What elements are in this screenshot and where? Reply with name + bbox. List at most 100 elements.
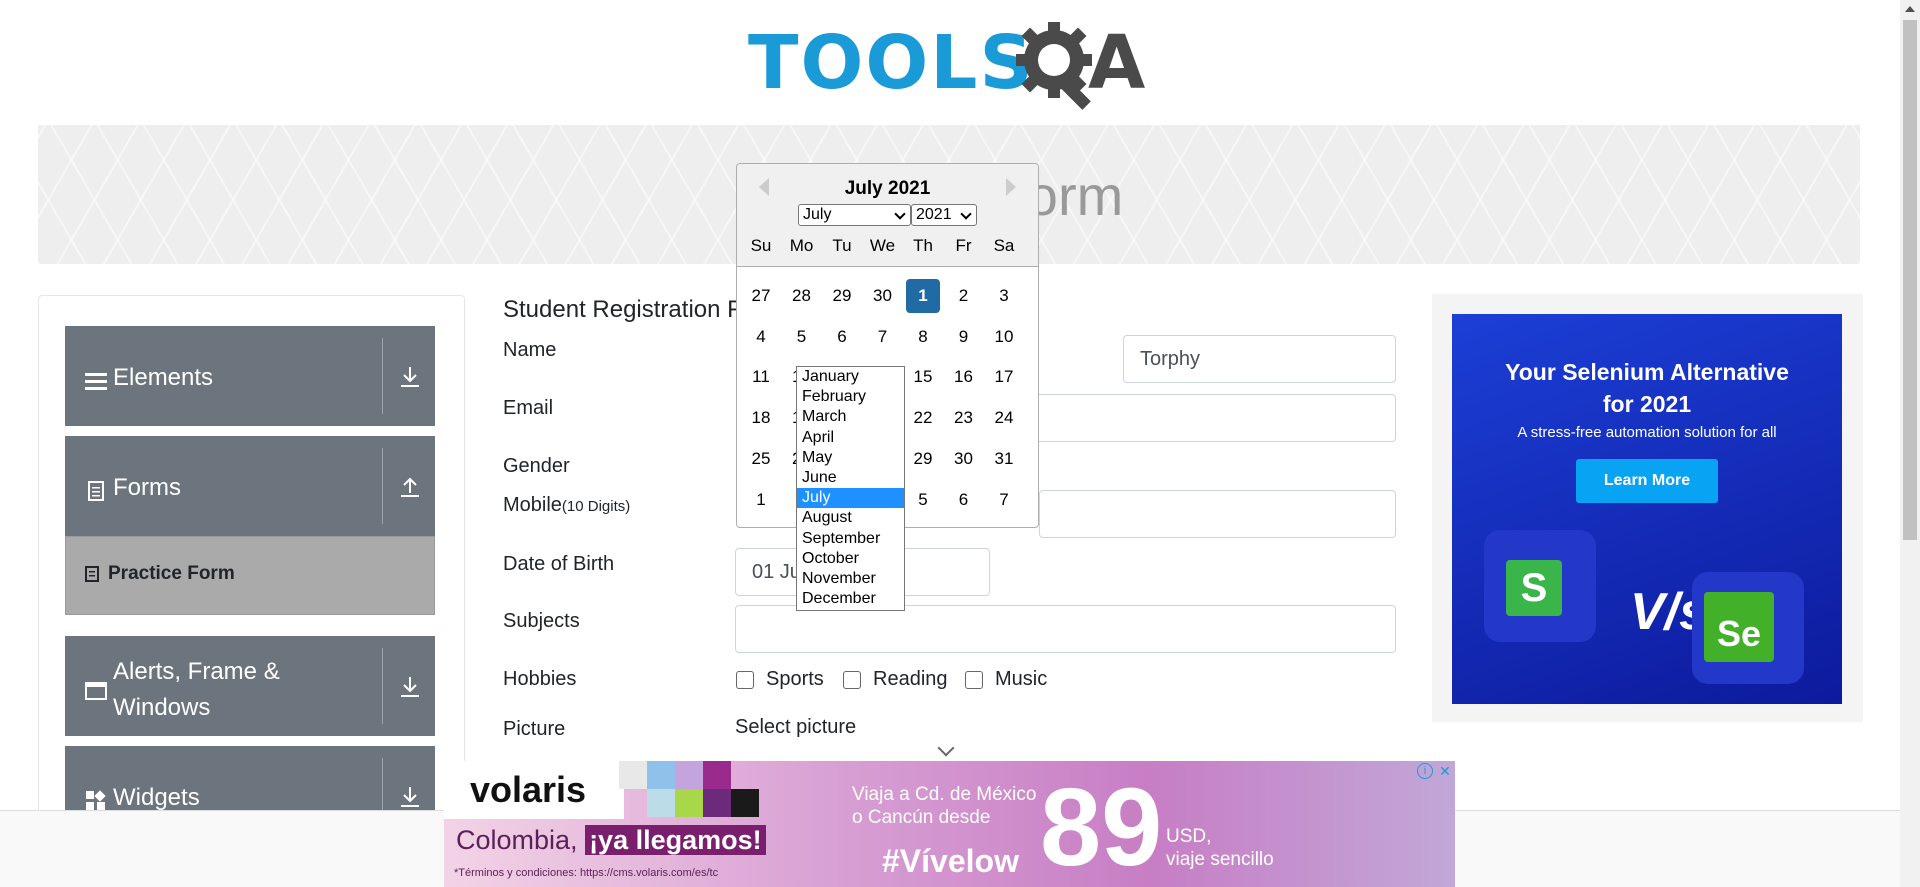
calendar-day[interactable]: 6 [947, 483, 981, 517]
sidebar-group-alerts[interactable]: Alerts, Frame & Windows [65, 636, 435, 736]
day-name-header: Mo [789, 236, 814, 255]
month-option[interactable]: January [797, 367, 904, 387]
chevron-down-icon [960, 208, 972, 220]
hobbies-label: Hobbies [503, 668, 577, 690]
ad-headline-a: Colombia, [456, 825, 586, 855]
calendar-day[interactable]: 24 [987, 401, 1021, 435]
calendar-day[interactable]: 29 [906, 442, 940, 476]
window-icon [85, 682, 107, 700]
month-select[interactable]: July [798, 204, 911, 226]
month-dropdown-list[interactable]: January February March April May June July Augu… [796, 366, 905, 611]
divider [382, 448, 383, 524]
calendar-day[interactable]: 22 [906, 401, 940, 435]
calendar-day[interactable]: 18 [744, 401, 778, 435]
calendar-day[interactable]: 25 [744, 442, 778, 476]
calendar-day[interactable]: 1 [744, 483, 778, 517]
calendar-day[interactable]: 2 [947, 279, 981, 313]
calendar-day[interactable]: 16 [947, 360, 981, 394]
calendar-day[interactable]: 28 [785, 279, 819, 313]
ad-selenium-alternative[interactable]: Your Selenium Alternative for 2021 A stre… [1432, 294, 1863, 722]
divider [382, 338, 383, 414]
calendar-day[interactable]: 9 [947, 320, 981, 354]
calendar-day[interactable]: 15 [906, 360, 940, 394]
checkbox[interactable] [965, 670, 983, 689]
month-option[interactable]: November [797, 569, 904, 589]
checkbox[interactable] [736, 670, 754, 689]
calendar-day[interactable]: 10 [987, 320, 1021, 354]
calendar-day[interactable]: 17 [987, 360, 1021, 394]
month-option[interactable]: August [797, 508, 904, 528]
scroll-up-icon[interactable] [1905, 6, 1915, 12]
month-option[interactable]: June [797, 468, 904, 488]
download-arrow-icon[interactable] [397, 784, 423, 810]
ad-tiles [619, 761, 764, 819]
subjects-input[interactable] [735, 605, 1396, 653]
mobile-hint: (10 Digits) [561, 498, 631, 515]
datepicker-header: July 2021 July 2021 Su Mo Tu We Th Fr Sa [737, 164, 1038, 267]
mobile-input[interactable] [1039, 490, 1396, 538]
email-input[interactable] [1000, 394, 1396, 442]
download-arrow-icon[interactable] [397, 364, 423, 390]
hobby-sports[interactable]: Sports [736, 668, 824, 691]
hobby-reading[interactable]: Reading [843, 668, 948, 691]
sidebar-group-elements[interactable]: Elements [65, 326, 435, 426]
ad-headline-b: ¡ya llegamos! [585, 825, 766, 855]
logo-text: TOOLS [748, 20, 1035, 106]
year-select-value: 2021 [916, 206, 952, 223]
ad-info-icon[interactable]: i [1417, 763, 1433, 779]
calendar-day[interactable]: 4 [744, 320, 778, 354]
calendar-day[interactable]: 11 [744, 360, 778, 394]
month-option[interactable]: December [797, 589, 904, 609]
calendar-day[interactable]: 7 [866, 320, 900, 354]
ad-offer: Viaja a Cd. de México o Cancún desde [852, 783, 1036, 829]
learn-more-button[interactable]: Learn More [1576, 459, 1718, 503]
dob-label: Date of Birth [503, 553, 615, 575]
month-option[interactable]: October [797, 549, 904, 569]
calendar-day[interactable]: 27 [744, 279, 778, 313]
month-option[interactable]: May [797, 448, 904, 468]
chevron-down-icon[interactable] [937, 739, 955, 757]
page-scrollbar[interactable] [1900, 0, 1920, 887]
upload-arrow-icon[interactable] [397, 474, 423, 500]
ad-logo-area: volaris [444, 761, 624, 819]
calendar-day[interactable]: 3 [987, 279, 1021, 313]
calendar-day[interactable]: 8 [906, 320, 940, 354]
ad-volaris[interactable]: volaris Colombia, ¡ya llegamos! *Término… [444, 761, 1455, 887]
year-select[interactable]: 2021 [911, 204, 977, 226]
last-name-input[interactable]: Torphy [1123, 335, 1396, 383]
calendar-day[interactable]: 1 [906, 279, 940, 313]
hobby-label: Sports [766, 668, 824, 690]
katalon-letter: S [1506, 560, 1562, 616]
month-option[interactable]: September [797, 529, 904, 549]
hobby-label: Reading [873, 668, 948, 690]
calendar-day[interactable]: 31 [987, 442, 1021, 476]
calendar-day[interactable]: 7 [987, 483, 1021, 517]
month-option[interactable]: April [797, 428, 904, 448]
ad-offer-line-1: Viaja a Cd. de México [852, 784, 1037, 805]
ad-currency-line-2: viaje sencillo [1166, 849, 1274, 870]
month-option[interactable]: February [797, 387, 904, 407]
calendar-day[interactable]: 23 [947, 401, 981, 435]
calendar-day[interactable]: 6 [825, 320, 859, 354]
hobby-music[interactable]: Music [965, 668, 1047, 691]
ad-creative[interactable]: Your Selenium Alternative for 2021 A stre… [1452, 314, 1842, 704]
day-name-header: Th [913, 236, 933, 255]
next-month-icon[interactable] [1006, 178, 1016, 196]
calendar-day[interactable]: 29 [825, 279, 859, 313]
ad-close-icon[interactable]: ✕ [1437, 763, 1453, 779]
ad-currency-line-1: USD, [1166, 826, 1212, 847]
sidebar-item-label: Practice Form [108, 563, 235, 584]
sidebar-item-practice-form[interactable]: Practice Form [65, 536, 435, 615]
calendar-day[interactable]: 5 [906, 483, 940, 517]
sidebar-group-forms[interactable]: Forms [65, 436, 435, 536]
calendar-day[interactable]: 30 [866, 279, 900, 313]
download-arrow-icon[interactable] [397, 674, 423, 700]
toolsqa-logo[interactable]: TOOLS A [748, 16, 1154, 116]
checkbox[interactable] [843, 670, 861, 689]
calendar-day[interactable]: 30 [947, 442, 981, 476]
month-option[interactable]: March [797, 407, 904, 427]
scrollbar-thumb[interactable] [1903, 20, 1917, 540]
month-option[interactable]: July [797, 488, 904, 509]
calendar-day[interactable]: 5 [785, 320, 819, 354]
form-icon [85, 566, 99, 582]
